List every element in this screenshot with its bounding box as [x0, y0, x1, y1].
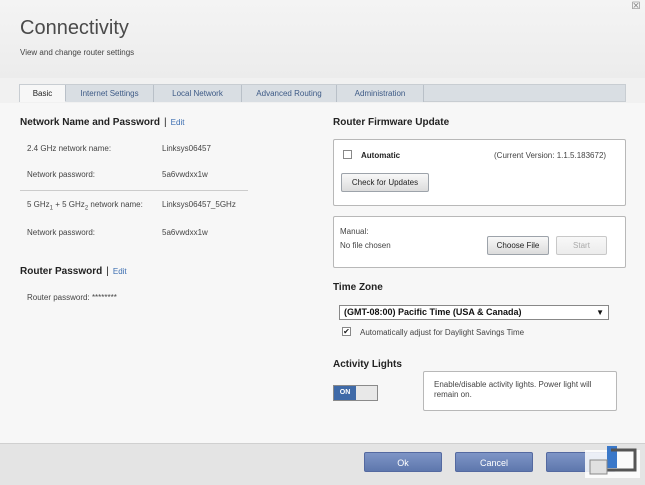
choose-file-button[interactable]: Choose File [487, 236, 549, 255]
tab-administration[interactable]: Administration [337, 85, 424, 102]
activity-lights-toggle[interactable]: ON [333, 385, 378, 401]
automatic-checkbox[interactable] [343, 150, 352, 159]
ghz5-name-value: Linksys06457_5GHz [162, 200, 236, 209]
start-button[interactable]: Start [556, 236, 607, 255]
network-edit-link[interactable]: Edit [171, 118, 185, 127]
router-password-value: ******** [91, 293, 117, 302]
check-updates-button[interactable]: Check for Updates [341, 173, 429, 192]
activity-lights-heading: Activity Lights [333, 359, 402, 370]
page-title: Connectivity [20, 17, 129, 39]
ghz24-name-label: 2.4 GHz network name: [27, 144, 112, 153]
firmware-heading: Router Firmware Update [333, 117, 450, 128]
ghz24-password-value: 5a6vwdxx1w [162, 170, 208, 179]
router-password-label: Router password: [27, 293, 90, 302]
close-icon[interactable]: ☒ [631, 2, 641, 12]
router-password-heading: Router Password | Edit [20, 266, 127, 277]
ok-button[interactable]: Ok [364, 452, 442, 472]
router-password-edit-link[interactable]: Edit [113, 267, 127, 276]
timezone-select[interactable]: (GMT-08:00) Pacific Time (USA & Canada) … [339, 305, 609, 320]
dst-label: Automatically adjust for Daylight Saving… [360, 328, 525, 337]
automatic-label: Automatic [361, 151, 401, 160]
page-subtitle: View and change router settings [20, 48, 135, 57]
network-section-title: Network Name and Password [20, 117, 161, 128]
timezone-heading: Time Zone [333, 282, 383, 293]
dropdown-arrow-icon: ▼ [596, 308, 604, 317]
timezone-selected: (GMT-08:00) Pacific Time (USA & Canada) [344, 307, 522, 317]
heading-separator: | [164, 117, 167, 128]
manual-label: Manual: [340, 227, 369, 236]
activity-lights-tooltip: Enable/disable activity lights. Power li… [423, 371, 617, 411]
ghz24-password-label: Network password: [27, 170, 96, 179]
tab-local-network[interactable]: Local Network [154, 85, 242, 102]
dialog-header: Connectivity View and change router sett… [0, 0, 645, 78]
apply-button[interactable] [546, 452, 616, 472]
cancel-button[interactable]: Cancel [455, 452, 533, 472]
file-status: No file chosen [340, 241, 391, 250]
tab-internet-settings[interactable]: Internet Settings [66, 85, 154, 102]
heading-separator: | [106, 266, 109, 277]
tab-bar: Basic Internet Settings Local Network Ad… [19, 84, 626, 102]
toggle-on-label: ON [334, 386, 356, 400]
router-password-title: Router Password [20, 266, 103, 277]
ghz5-password-label: Network password: [27, 228, 96, 237]
tab-basic[interactable]: Basic [20, 85, 66, 102]
dst-checkbox[interactable]: ✔ [342, 327, 351, 336]
divider [20, 190, 248, 191]
ghz5-password-value: 5a6vwdxx1w [162, 228, 208, 237]
tab-advanced-routing[interactable]: Advanced Routing [242, 85, 337, 102]
ghz5-name-label: 5 GHz1 + 5 GHz2 network name: [27, 200, 143, 212]
network-section-heading: Network Name and Password | Edit [20, 117, 184, 128]
router-password-row: Router password: ******** [27, 293, 117, 302]
current-version: (Current Version: 1.1.5.183672) [494, 151, 607, 160]
ghz24-name-value: Linksys06457 [162, 144, 211, 153]
